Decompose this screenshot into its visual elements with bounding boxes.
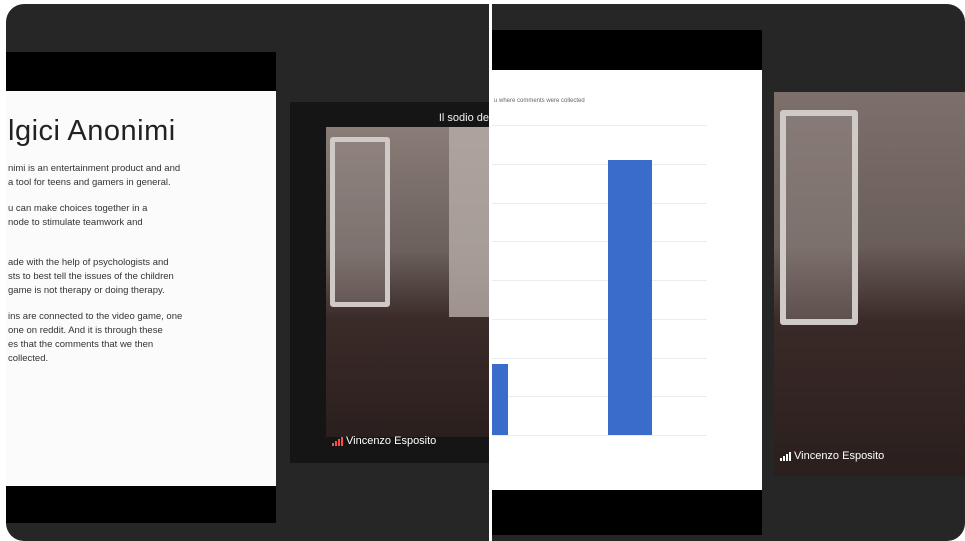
right-screenshot-panel: u where comments were collected Vincenzo… <box>492 4 965 541</box>
chart-bar <box>608 160 652 435</box>
slide-bullet: ade with the help of psychologists and s… <box>8 257 174 296</box>
slide-page: lgici Anonimi nimi is an entertainment p… <box>6 91 276 486</box>
shared-chart-slide: u where comments were collected <box>492 30 762 535</box>
chart-gridline <box>492 163 707 165</box>
slide-bullet: nimi is an entertainment product and and… <box>8 163 181 188</box>
chart-gridline <box>492 280 707 281</box>
chart-bar <box>492 364 508 435</box>
light-area <box>449 127 489 317</box>
slide-bullet: ins are connected to the video game, one… <box>8 311 183 364</box>
participant-label: Vincenzo Esposito <box>332 435 436 447</box>
participant-video-tile[interactable]: Vincenzo Esposito <box>774 92 965 476</box>
camera-feed <box>774 92 965 476</box>
chart-title: u where comments were collected <box>494 98 585 104</box>
participant-video-tile[interactable]: Il sodio de Vincenzo Esposito <box>290 102 489 463</box>
shared-slide: lgici Anonimi nimi is an entertainment p… <box>6 52 276 523</box>
chart-gridline <box>492 396 707 398</box>
slide-title: lgici Anonimi <box>8 115 176 147</box>
audio-level-icon <box>780 451 791 461</box>
wall-frame <box>330 137 390 307</box>
chart-gridline <box>492 435 707 436</box>
participant-label: Vincenzo Esposito <box>780 450 884 462</box>
video-caption: Il sodio de <box>438 112 489 124</box>
wall-frame <box>780 110 858 325</box>
chart-gridline <box>492 202 707 204</box>
chart-page: u where comments were collected <box>492 70 762 490</box>
chart-gridline <box>492 357 707 359</box>
camera-feed <box>326 127 489 437</box>
audio-level-icon <box>332 436 343 446</box>
left-screenshot-panel: lgici Anonimi nimi is an entertainment p… <box>6 4 489 541</box>
participant-name: Vincenzo Esposito <box>794 450 885 462</box>
participant-name: Vincenzo Esposito <box>346 435 437 447</box>
slide-bullets: nimi is an entertainment product and and… <box>6 162 276 366</box>
chart-gridline <box>492 125 707 126</box>
chart-gridline <box>492 318 707 320</box>
chart-gridline <box>492 241 707 243</box>
slide-bullet: u can make choices together in a node to… <box>8 203 148 228</box>
